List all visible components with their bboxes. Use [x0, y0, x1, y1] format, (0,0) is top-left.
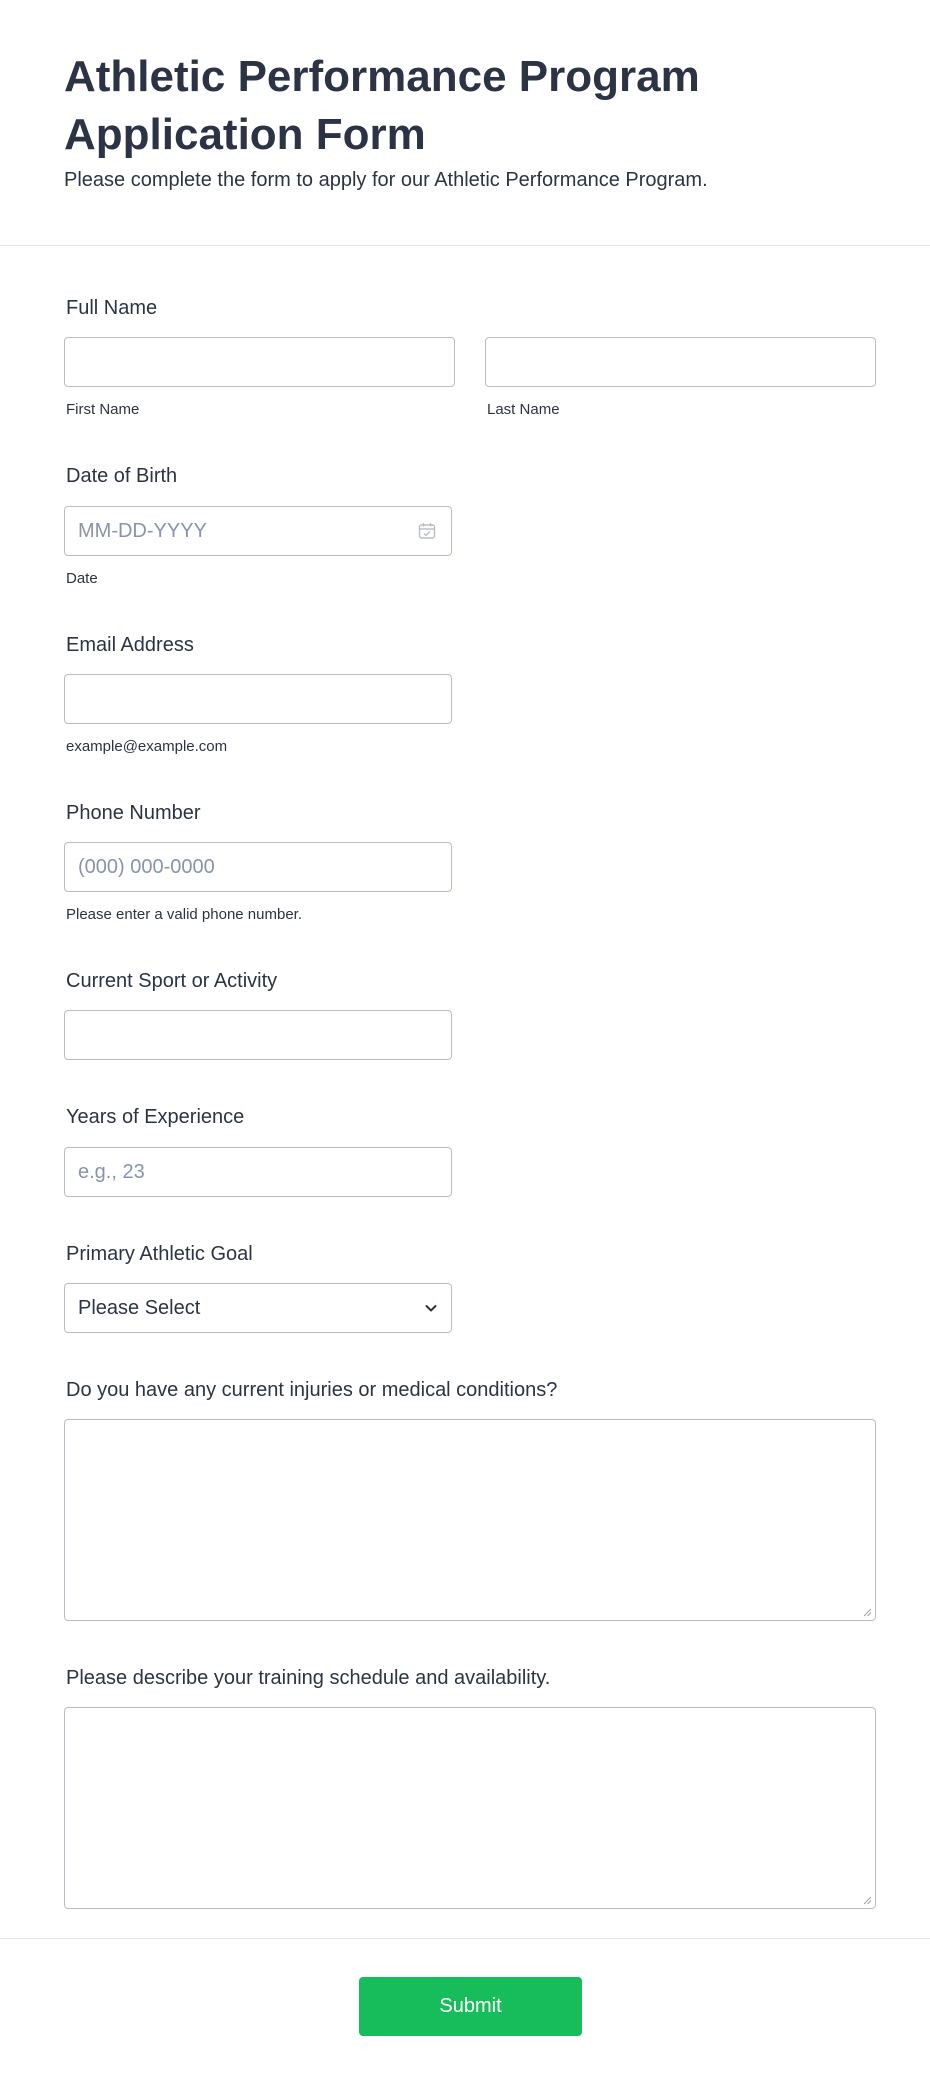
page-title: Athletic Performance Program Application… [64, 52, 700, 159]
email-input[interactable] [64, 674, 452, 724]
phone-input[interactable]: (000) 000-0000 [64, 842, 452, 892]
schedule-textarea[interactable] [64, 1707, 876, 1909]
sport-input[interactable] [64, 1010, 452, 1060]
dob-label: Date of Birth [66, 465, 178, 487]
injuries-label: Do you have any current injuries or medi… [66, 1379, 558, 1401]
dob-sublabel: Date [66, 570, 98, 587]
experience-input[interactable]: e.g., 23 [64, 1147, 452, 1197]
phone-sublabel: Please enter a valid phone number. [66, 906, 302, 923]
goal-select[interactable]: Please Select [64, 1283, 452, 1333]
calendar-icon[interactable] [417, 521, 437, 541]
email-label: Email Address [66, 634, 194, 656]
submit-button[interactable]: Submit [359, 1977, 582, 2036]
sport-label: Current Sport or Activity [66, 970, 278, 992]
injuries-textarea[interactable] [64, 1419, 876, 1621]
resize-handle-icon[interactable] [862, 1895, 872, 1905]
dob-input[interactable]: MM-DD-YYYY [64, 506, 452, 556]
last-name-input[interactable] [485, 337, 876, 387]
phone-label: Phone Number [66, 802, 201, 824]
first-name-input[interactable] [64, 337, 455, 387]
dob-placeholder: MM-DD-YYYY [78, 520, 207, 542]
chevron-down-icon[interactable] [423, 1300, 439, 1316]
first-name-sublabel: First Name [66, 401, 140, 418]
last-name-sublabel: Last Name [487, 401, 560, 418]
resize-handle-icon[interactable] [862, 1607, 872, 1617]
phone-placeholder: (000) 000-0000 [78, 856, 215, 878]
experience-placeholder: e.g., 23 [78, 1161, 145, 1183]
email-sublabel: example@example.com [66, 738, 228, 755]
full-name-label: Full Name [66, 297, 158, 319]
form-footer: Submit [0, 1938, 930, 2085]
page-subtitle: Please complete the form to apply for ou… [64, 169, 708, 191]
goal-selected-value: Please Select [78, 1297, 201, 1319]
goal-label: Primary Athletic Goal [66, 1243, 253, 1265]
form-header: Athletic Performance Program Application… [0, 0, 930, 246]
schedule-label: Please describe your training schedule a… [66, 1667, 551, 1689]
experience-label: Years of Experience [66, 1106, 245, 1128]
